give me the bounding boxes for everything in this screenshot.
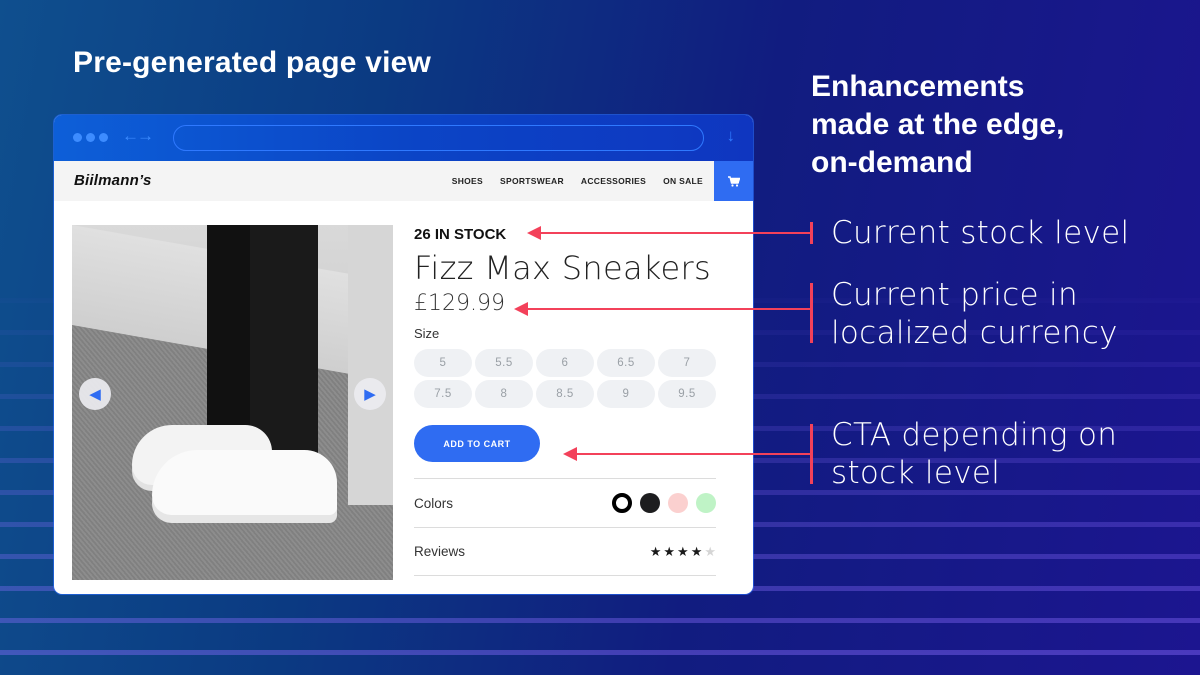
color-swatch[interactable] bbox=[612, 493, 632, 513]
browser-window: ←→ ↓ Biilmann’s SHOES SPORTSWEAR ACCESSO… bbox=[54, 115, 753, 594]
gallery-prev-button[interactable]: ◀ bbox=[79, 378, 111, 410]
address-bar[interactable] bbox=[173, 125, 704, 151]
size-option[interactable]: 9 bbox=[597, 380, 655, 408]
size-option[interactable]: 5.5 bbox=[475, 349, 533, 377]
size-option[interactable]: 5 bbox=[414, 349, 472, 377]
browser-toolbar: ←→ ↓ bbox=[54, 115, 753, 161]
reviews-label: Reviews bbox=[414, 544, 466, 559]
size-option[interactable]: 7 bbox=[658, 349, 716, 377]
cart-icon bbox=[727, 175, 740, 187]
star-filled-icon: ★ bbox=[677, 543, 689, 559]
color-swatch[interactable] bbox=[696, 493, 716, 513]
site-nav: SHOES SPORTSWEAR ACCESSORIES ON SALE bbox=[452, 176, 703, 186]
right-heading: Enhancements made at the edge, on-demand bbox=[811, 68, 1064, 182]
size-option[interactable]: 6.5 bbox=[597, 349, 655, 377]
site-logo[interactable]: Biilmann’s bbox=[74, 172, 152, 189]
callout-bracket bbox=[810, 222, 813, 244]
size-options: 5 5.5 6 6.5 7 7.5 8 8.5 9 9.5 bbox=[414, 349, 716, 408]
color-swatches bbox=[612, 493, 716, 513]
color-swatch[interactable] bbox=[640, 493, 660, 513]
left-heading: Pre-generated page view bbox=[73, 46, 432, 79]
nav-item-on-sale[interactable]: ON SALE bbox=[663, 176, 703, 186]
size-label: Size bbox=[414, 326, 440, 341]
annotation-arrow-price bbox=[527, 308, 812, 310]
triangle-right-icon: ▶ bbox=[364, 386, 376, 403]
color-swatch[interactable] bbox=[668, 493, 688, 513]
gallery-next-button[interactable]: ▶ bbox=[354, 378, 386, 410]
callout-price: Current price in localized currency bbox=[831, 276, 1118, 352]
star-filled-icon: ★ bbox=[649, 543, 662, 559]
colors-row: Colors bbox=[414, 478, 716, 527]
size-option[interactable]: 8 bbox=[475, 380, 533, 408]
add-to-cart-button[interactable]: ADD TO CART bbox=[414, 425, 540, 462]
star-empty-icon: ★ bbox=[704, 543, 716, 559]
callout-line: CTA depending on bbox=[831, 417, 1118, 453]
callout-cta: CTA depending on stock level bbox=[831, 416, 1117, 492]
triangle-left-icon: ◀ bbox=[89, 386, 101, 403]
annotation-arrow-cta bbox=[576, 453, 812, 455]
right-heading-line: made at the edge, bbox=[811, 108, 1065, 141]
annotation-arrow-stock bbox=[540, 232, 812, 234]
right-heading-line: Enhancements bbox=[811, 70, 1025, 103]
callout-line: localized currency bbox=[831, 315, 1118, 351]
star-filled-icon: ★ bbox=[663, 543, 676, 559]
size-option[interactable]: 9.5 bbox=[658, 380, 716, 408]
size-option[interactable]: 7.5 bbox=[414, 380, 472, 408]
callout-bracket bbox=[810, 283, 813, 343]
size-option[interactable]: 6 bbox=[536, 349, 594, 377]
nav-item-accessories[interactable]: ACCESSORIES bbox=[581, 176, 646, 186]
nav-item-sportswear[interactable]: SPORTSWEAR bbox=[500, 176, 564, 186]
callout-line: Current stock level bbox=[831, 215, 1130, 251]
reviews-row: Reviews ★ ★ ★ ★ ★ bbox=[414, 527, 716, 576]
star-filled-icon: ★ bbox=[690, 543, 703, 559]
right-heading-line: on-demand bbox=[811, 146, 973, 179]
callout-line: Current price in bbox=[831, 277, 1078, 313]
site-header: Biilmann’s SHOES SPORTSWEAR ACCESSORIES … bbox=[54, 161, 753, 201]
arrowhead-icon bbox=[563, 447, 577, 461]
cart-button[interactable] bbox=[714, 161, 753, 201]
colors-label: Colors bbox=[414, 495, 454, 511]
product-image: ◀ ▶ bbox=[72, 225, 393, 580]
back-forward-arrows-icon[interactable]: ←→ bbox=[122, 126, 154, 146]
callout-stock-level: Current stock level bbox=[831, 214, 1129, 252]
rating-stars: ★ ★ ★ ★ ★ bbox=[650, 544, 716, 560]
arrowhead-icon bbox=[514, 302, 528, 316]
traffic-dots-icon[interactable] bbox=[73, 133, 108, 142]
nav-item-shoes[interactable]: SHOES bbox=[452, 176, 483, 186]
arrowhead-icon bbox=[527, 226, 541, 240]
callout-bracket bbox=[810, 424, 813, 484]
product-info: 26 IN STOCK Fizz Max Sneakers £129.99 Si… bbox=[414, 225, 716, 576]
product-price: £129.99 bbox=[414, 291, 505, 316]
product-name: Fizz Max Sneakers bbox=[414, 249, 711, 287]
size-option[interactable]: 8.5 bbox=[536, 380, 594, 408]
stock-level: 26 IN STOCK bbox=[414, 226, 507, 243]
callout-line: stock level bbox=[831, 455, 1001, 491]
download-arrow-icon[interactable]: ↓ bbox=[727, 126, 736, 146]
